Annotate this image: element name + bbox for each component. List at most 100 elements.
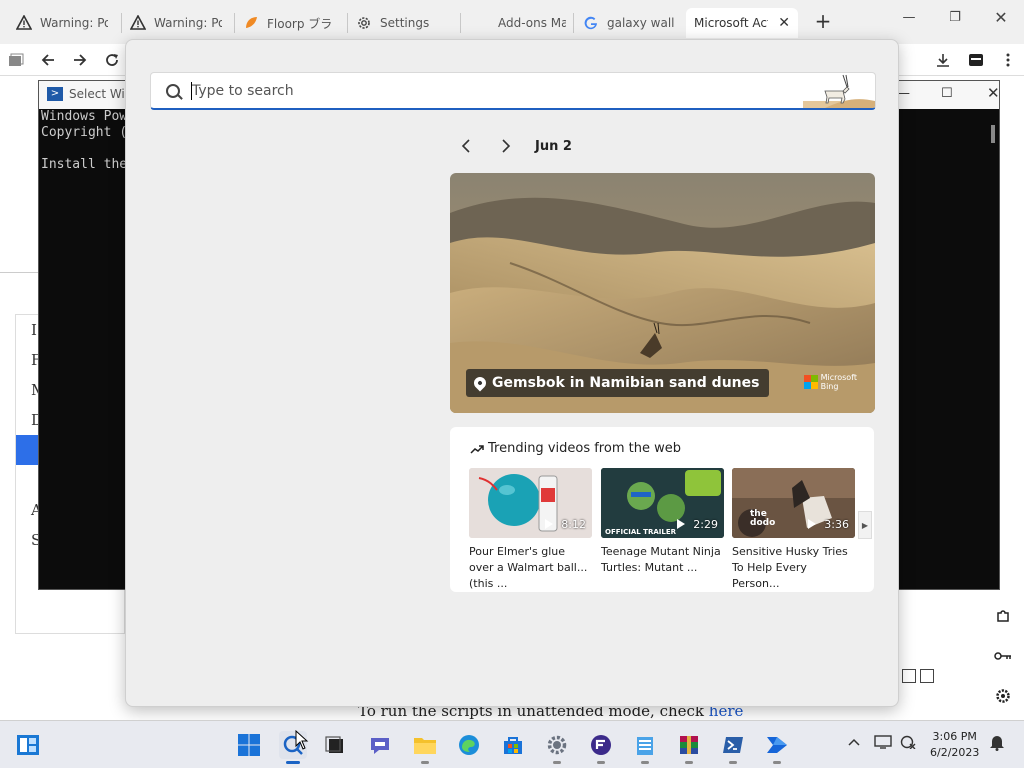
floorp-browser-icon[interactable]: [587, 731, 615, 764]
chevron-right-icon: ▶: [861, 520, 869, 530]
forward-icon[interactable]: [70, 50, 90, 70]
teams-chat-icon[interactable]: [366, 731, 394, 759]
video-thumbnail: OFFICIAL TRAILER 2:29: [601, 468, 724, 538]
clock-time: 3:06 PM: [932, 730, 977, 743]
browser-tab[interactable]: galaxy wallp: [575, 8, 683, 38]
browser-tab-active[interactable]: Microsoft Act ✕: [686, 8, 798, 38]
show-hidden-icons-chevron-icon[interactable]: [848, 735, 860, 750]
bing-line-1: Microsoft: [820, 373, 857, 382]
task-view-icon[interactable]: [321, 731, 349, 759]
chevron-left-icon: [461, 139, 470, 153]
image-caption[interactable]: Gemsbok in Namibian sand dunes: [466, 369, 770, 397]
terminal-line: Windows Pow: [41, 109, 128, 124]
sidebar-icon[interactable]: [966, 50, 986, 70]
close-window-icon[interactable]: ✕: [987, 84, 1000, 102]
terminal-scrollbar[interactable]: [991, 125, 995, 143]
play-icon: [808, 519, 817, 529]
reload-icon[interactable]: [102, 50, 122, 70]
bing-line-2: Bing: [820, 382, 839, 391]
tab-manager-icon[interactable]: [6, 50, 26, 70]
running-indicator: [685, 761, 693, 764]
key-icon[interactable]: [988, 636, 1018, 676]
windows-logo-icon: [238, 734, 260, 756]
microsoft-bing-logo: Microsoft Bing: [803, 373, 857, 391]
display-icon[interactable]: [874, 735, 892, 753]
close-window-icon[interactable]: ✕: [989, 8, 1013, 27]
widgets-icon[interactable]: [14, 731, 42, 759]
next-videos-button[interactable]: ▶: [858, 511, 872, 539]
download-icon[interactable]: [933, 50, 953, 70]
browser-tab[interactable]: Add-ons Ma: [466, 8, 574, 38]
trending-videos-card: Trending videos from the web 8:12 Pour E…: [450, 427, 874, 592]
trending-header: Trending videos from the web: [470, 441, 681, 456]
video-card[interactable]: OFFICIAL TRAILER 2:29 Teenage Mutant Nin…: [601, 468, 724, 576]
duration-badge: 3:36: [808, 516, 849, 532]
video-title: Teenage Mutant Ninja Turtles: Mutant ...: [601, 545, 721, 574]
store-icon[interactable]: [499, 731, 527, 759]
notification-bell-icon[interactable]: [989, 733, 1005, 755]
powershell-icon[interactable]: [719, 731, 747, 764]
thumbnail-text: the dodo: [750, 509, 776, 528]
notepad-icon[interactable]: [631, 731, 659, 764]
video-title: Pour Elmer's glue over a Walmart ball...…: [469, 545, 588, 590]
browser-tab[interactable]: Floorp ブラ: [235, 8, 343, 38]
search-icon: [166, 83, 180, 98]
network-disconnected-icon[interactable]: [900, 735, 916, 753]
duration-badge: 2:29: [677, 516, 718, 532]
browser-tab[interactable]: Settings: [348, 8, 458, 38]
right-rail: [988, 596, 1018, 716]
system-clock[interactable]: 3:06 PM 6/2/2023: [930, 729, 979, 761]
trending-arrow-icon: [470, 444, 484, 454]
search-highlight-illustration: [803, 74, 875, 108]
browser-tab[interactable]: Warning: Pot: [8, 8, 116, 38]
new-tab-button[interactable]: +: [812, 10, 834, 32]
next-day-button[interactable]: [491, 136, 521, 156]
tab-title: Warning: Pot: [40, 16, 108, 30]
single-view-icon[interactable]: [919, 669, 934, 683]
video-card[interactable]: the dodo 3:36 Sensitive Husky Tries To H…: [732, 468, 855, 592]
terminal-output: Windows Pow Copyright (Install the: [39, 109, 127, 173]
restore-icon[interactable]: ❐: [943, 10, 967, 25]
edge-browser-icon[interactable]: [455, 731, 483, 759]
video-card[interactable]: 8:12 Pour Elmer's glue over a Walmart ba…: [469, 468, 592, 592]
tab-title: Settings: [380, 16, 430, 30]
video-title: Sensitive Husky Tries To Help Every Pers…: [732, 545, 848, 590]
settings-gear-icon[interactable]: [543, 731, 571, 764]
running-indicator: [641, 761, 649, 764]
windows-search-flyout: Jun 2 Ge: [125, 39, 899, 707]
terminal-title: Select Win: [69, 87, 133, 101]
tab-title: Floorp ブラ: [267, 16, 333, 31]
list-view-icon[interactable]: [901, 669, 916, 683]
back-icon[interactable]: [38, 50, 58, 70]
winrar-icon[interactable]: [675, 731, 703, 764]
search-input[interactable]: [192, 75, 752, 106]
start-button[interactable]: [235, 731, 263, 759]
view-toggle[interactable]: [895, 666, 940, 686]
tab-divider: [573, 13, 574, 33]
file-explorer-icon[interactable]: [411, 731, 439, 764]
search-box[interactable]: [150, 72, 876, 110]
browser-tab[interactable]: Warning: Pot: [122, 8, 230, 38]
power-automate-icon[interactable]: [763, 731, 791, 764]
duration-text: 3:36: [824, 517, 849, 531]
date-navigator: Jun 2: [451, 136, 572, 156]
warning-icon: [130, 15, 146, 31]
google-icon: [583, 15, 599, 31]
active-indicator: [286, 761, 300, 764]
running-indicator: [553, 761, 561, 764]
maximize-icon[interactable]: ☐: [941, 86, 953, 101]
puzzle-icon[interactable]: [988, 596, 1018, 636]
bing-daily-image[interactable]: Gemsbok in Namibian sand dunes Microsoft…: [450, 173, 875, 413]
menu-icon[interactable]: [998, 50, 1018, 70]
running-indicator: [421, 761, 429, 764]
previous-day-button[interactable]: [451, 136, 481, 156]
minimize-icon[interactable]: —: [897, 10, 921, 25]
tab-divider: [460, 13, 461, 33]
gear-icon[interactable]: [988, 676, 1018, 716]
close-tab-icon[interactable]: ✕: [778, 15, 790, 31]
running-indicator: [597, 761, 605, 764]
terminal-line: Install the: [41, 157, 128, 172]
mouse-cursor-icon: [295, 730, 309, 750]
duration-text: 8:12: [561, 517, 586, 531]
